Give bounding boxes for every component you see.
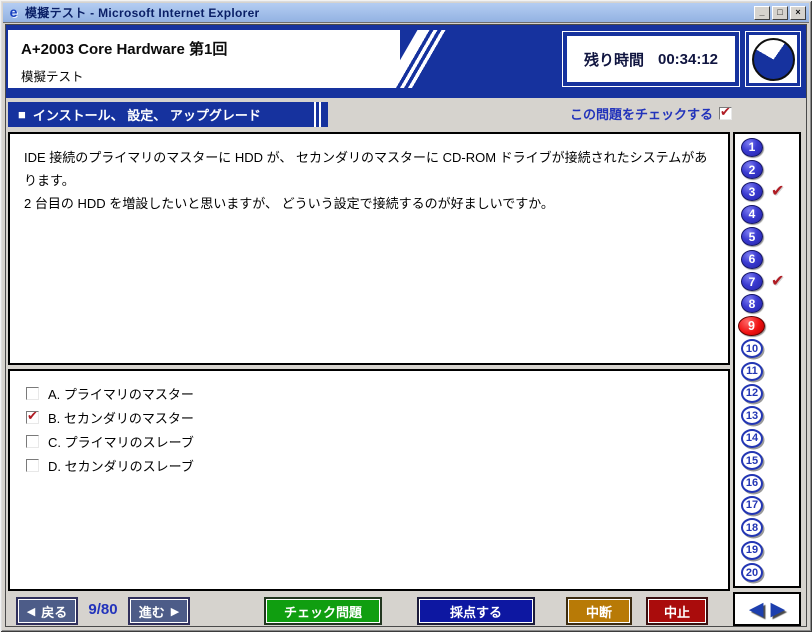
answer-checkbox[interactable]	[26, 459, 39, 472]
question-position-indicator: 9/80	[80, 601, 126, 618]
question-nav-row: 13	[735, 405, 799, 426]
question-nav-row: 19	[735, 540, 799, 561]
question-number-button[interactable]: 9	[738, 316, 765, 336]
category-label: インストール、 設定、 アップグレード	[33, 105, 261, 124]
check-icon: ✔	[27, 408, 38, 424]
category-bar: ■ インストール、 設定、 アップグレード	[8, 102, 328, 127]
client-area: A+2003 Core Hardware 第1回 模擬テスト 残り時間 00:3…	[5, 24, 807, 627]
question-nav-row: 5	[735, 226, 799, 247]
question-number-button[interactable]: 10	[741, 339, 763, 358]
back-arrow-icon: ◀	[27, 605, 35, 618]
question-nav-row: 12	[735, 383, 799, 404]
question-nav-row: 8	[735, 293, 799, 314]
suspend-button[interactable]: 中断	[566, 597, 632, 625]
browser-window: e 模擬テスト - Microsoft Internet Explorer _ …	[0, 0, 812, 632]
question-number-button[interactable]: 13	[741, 406, 763, 425]
question-number-button[interactable]: 12	[741, 384, 763, 403]
back-button[interactable]: ◀ 戻る	[16, 597, 78, 625]
timer-panel: 残り時間 00:34:12	[562, 31, 740, 87]
nav-pager-box: ◀ ▶	[733, 592, 801, 626]
question-nav-row: 16	[735, 473, 799, 494]
question-number-button[interactable]: 16	[741, 474, 763, 493]
question-number-button[interactable]: 14	[741, 429, 763, 448]
answer-checkbox[interactable]	[26, 387, 39, 400]
question-number-button[interactable]: 18	[741, 518, 763, 537]
question-nav-list: 1 2 3 ✔ 4 5 6 7 ✔ 8 9 10 11	[733, 132, 801, 588]
question-nav-row: 11	[735, 361, 799, 382]
question-number-button[interactable]: 4	[741, 205, 763, 224]
checked-questions-button[interactable]: チェック問題	[264, 597, 382, 625]
question-nav-row: 18	[735, 517, 799, 538]
time-pie-panel	[745, 31, 801, 87]
answer-option-label: C. プライマリのスレーブ	[48, 432, 194, 451]
question-nav-row: 7 ✔	[735, 271, 799, 292]
question-line: 2 台目の HDD を増設したいと思いますが、 どういう設定で接続するのが好まし…	[24, 192, 714, 215]
pager-next-icon[interactable]: ▶	[771, 600, 786, 619]
answer-option-label: B. セカンダリのマスター	[48, 408, 194, 427]
window-title: 模擬テスト - Microsoft Internet Explorer	[25, 4, 260, 21]
question-number-button[interactable]: 20	[741, 563, 763, 582]
check-icon: ✔	[720, 104, 731, 120]
question-number-button[interactable]: 2	[741, 160, 763, 179]
question-nav-row: 2	[735, 159, 799, 180]
pager-prev-icon[interactable]: ◀	[749, 600, 764, 619]
answer-options-box: A. プライマリのマスター ✔ B. セカンダリのマスター C. プライマリのス…	[8, 369, 730, 591]
flag-check-icon: ✔	[771, 181, 784, 201]
question-number-button[interactable]: 3	[741, 182, 763, 201]
answer-option[interactable]: D. セカンダリのスレーブ	[26, 453, 728, 477]
question-number-button[interactable]: 17	[741, 496, 763, 515]
exam-title: A+2003 Core Hardware 第1回	[21, 38, 227, 59]
timer-label: 残り時間	[584, 49, 644, 70]
header-band: A+2003 Core Hardware 第1回 模擬テスト 残り時間 00:3…	[6, 25, 806, 98]
answer-option[interactable]: ✔ B. セカンダリのマスター	[26, 405, 728, 429]
flag-check-icon: ✔	[771, 271, 784, 291]
question-nav-row: 20	[735, 562, 799, 583]
question-nav-row: 15	[735, 450, 799, 471]
question-number-button[interactable]: 15	[741, 451, 763, 470]
exam-subtitle: 模擬テスト	[21, 66, 84, 85]
question-nav-row: 3 ✔	[735, 181, 799, 202]
abort-button[interactable]: 中止	[646, 597, 708, 625]
question-number-button[interactable]: 5	[741, 227, 763, 246]
question-nav-row: 10	[735, 338, 799, 359]
flag-question-label: この問題をチェックする	[570, 104, 713, 123]
square-bullet-icon: ■	[18, 107, 26, 122]
question-nav-row: 6	[735, 249, 799, 270]
title-bar: e 模擬テスト - Microsoft Internet Explorer _ …	[3, 3, 809, 23]
maximize-button[interactable]: □	[772, 6, 788, 20]
answer-option-label: A. プライマリのマスター	[48, 384, 194, 403]
question-number-button[interactable]: 19	[741, 541, 763, 560]
question-number-button[interactable]: 1	[741, 138, 763, 157]
diagonal-stripes-decoration	[384, 30, 459, 88]
question-text-box: IDE 接続のプライマリのマスターに HDD が、 セカンダリのマスターに CD…	[8, 132, 730, 365]
answer-option[interactable]: C. プライマリのスレーブ	[26, 429, 728, 453]
question-number-button[interactable]: 6	[741, 250, 763, 269]
answer-checkbox[interactable]	[26, 435, 39, 448]
question-number-button[interactable]: 11	[741, 362, 763, 381]
question-number-button[interactable]: 7	[741, 272, 763, 291]
internet-explorer-icon: e	[6, 5, 21, 20]
forward-arrow-icon: ▶	[171, 605, 179, 618]
answer-option-label: D. セカンダリのスレーブ	[48, 456, 194, 475]
exam-title-box: A+2003 Core Hardware 第1回 模擬テスト	[8, 30, 400, 88]
question-nav-row: 17	[735, 495, 799, 516]
flag-question-control: この問題をチェックする ✔	[426, 104, 732, 122]
timer-value: 00:34:12	[658, 51, 718, 68]
close-button[interactable]: ×	[790, 6, 806, 20]
time-remaining-pie-icon	[752, 38, 795, 81]
question-nav-row: 14	[735, 428, 799, 449]
question-line: IDE 接続のプライマリのマスターに HDD が、 セカンダリのマスターに CD…	[24, 146, 714, 192]
question-number-button[interactable]: 8	[741, 294, 763, 313]
minimize-button[interactable]: _	[754, 6, 770, 20]
forward-button[interactable]: 進む ▶	[128, 597, 190, 625]
answer-checkbox[interactable]: ✔	[26, 411, 39, 424]
grade-button[interactable]: 採点する	[417, 597, 535, 625]
question-nav-row: 1	[735, 137, 799, 158]
flag-question-checkbox[interactable]: ✔	[719, 107, 732, 120]
question-nav-row: 4	[735, 204, 799, 225]
answer-option[interactable]: A. プライマリのマスター	[26, 381, 728, 405]
question-nav-row: 9	[735, 316, 799, 337]
